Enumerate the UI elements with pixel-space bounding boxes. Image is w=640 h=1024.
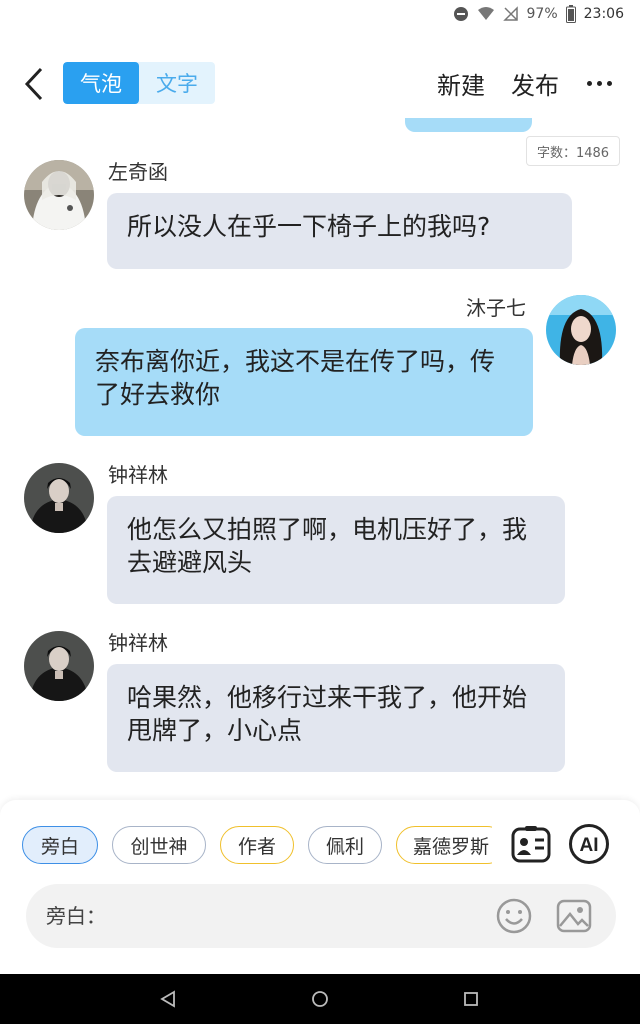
message-bubble[interactable]: 奈布离你近，我这不是在传了吗，传了好去救你 [75, 328, 533, 436]
sender-name: 左奇函 [108, 160, 168, 184]
role-selector: 旁白 创世神 作者 佩利 嘉德罗斯 [22, 826, 492, 866]
more-dot [586, 80, 592, 86]
new-button[interactable]: 新建 [437, 66, 485, 101]
clock: 23:06 [583, 6, 624, 22]
system-nav-bar [0, 974, 640, 1024]
image-icon [556, 899, 592, 933]
tab-bubble[interactable]: 气泡 [63, 62, 139, 104]
word-count-badge: 字数：1486 [526, 136, 620, 166]
role-chip[interactable]: 佩利 [308, 826, 382, 864]
recents-nav-icon[interactable] [461, 989, 481, 1009]
avatar[interactable] [24, 463, 94, 533]
sender-name: 钟祥林 [108, 463, 168, 487]
wifi-icon [477, 6, 495, 22]
home-nav-icon[interactable] [310, 989, 330, 1009]
composer-panel: 旁白 创世神 作者 佩利 嘉德罗斯 AI [0, 800, 640, 974]
dnd-icon [453, 6, 469, 22]
character-card-button[interactable] [509, 822, 553, 866]
top-bar: 气泡 文字 新建 发布 [0, 50, 640, 118]
role-chip[interactable]: 嘉德罗斯 [396, 826, 492, 864]
tab-text[interactable]: 文字 [139, 62, 215, 104]
status-bar: 97% 23:06 [0, 0, 640, 28]
role-chip-author[interactable]: 作者 [220, 826, 294, 864]
ai-label: AI [580, 835, 599, 856]
avatar[interactable] [24, 631, 94, 701]
ai-button[interactable]: AI [567, 822, 611, 866]
sender-name: 沐子七 [466, 296, 526, 320]
role-chip[interactable]: 创世神 [112, 826, 206, 864]
message-bubble[interactable]: 他怎么又拍照了啊，电机压好了，我去避避风头 [107, 496, 565, 604]
emoji-button[interactable] [496, 898, 532, 934]
message-bubble[interactable]: 所以没人在乎一下椅子上的我吗? [107, 193, 572, 269]
battery-icon [565, 5, 576, 23]
sender-name: 钟祥林 [108, 631, 168, 655]
image-button[interactable] [556, 898, 592, 934]
avatar[interactable] [546, 295, 616, 365]
back-nav-icon[interactable] [158, 989, 178, 1009]
message-bubble[interactable]: 哈果然，他移行过来干我了，他开始甩牌了，小心点 [107, 664, 565, 772]
chevron-left-icon [24, 67, 43, 101]
battery-percent: 97% [526, 6, 558, 22]
avatar[interactable] [24, 160, 94, 230]
back-button[interactable] [16, 64, 52, 104]
more-options-button[interactable] [582, 68, 616, 98]
previous-bubble-edge[interactable] [405, 118, 532, 132]
role-chip-narrator[interactable]: 旁白 [22, 826, 98, 864]
chat-area[interactable]: 字数：1486 左奇函 所以没人在乎一下椅子上的我吗? 沐子七 奈布离你近，我这… [0, 118, 640, 800]
mode-toggle: 气泡 文字 [63, 62, 215, 104]
more-dot [606, 80, 612, 86]
message-input[interactable] [46, 896, 486, 936]
smiley-icon [496, 898, 532, 934]
publish-button[interactable]: 发布 [511, 66, 559, 101]
message-input-row [26, 884, 616, 948]
more-dot [596, 80, 602, 86]
contact-card-icon [511, 826, 551, 863]
no-signal-icon [502, 6, 519, 22]
